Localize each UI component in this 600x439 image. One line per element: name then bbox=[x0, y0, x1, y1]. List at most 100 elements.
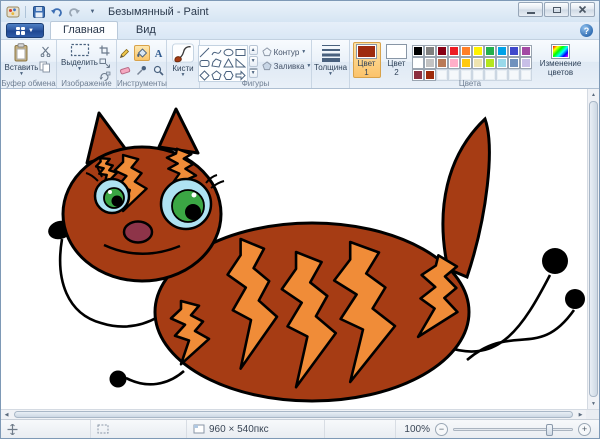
resize-icon[interactable] bbox=[98, 58, 112, 69]
palette-swatch[interactable] bbox=[521, 58, 531, 68]
text-tool-icon[interactable]: A bbox=[151, 45, 167, 61]
group-size: Толщина ▼ bbox=[312, 40, 350, 88]
undo-icon[interactable] bbox=[49, 4, 64, 19]
paint-menu-button[interactable]: ▼ bbox=[6, 23, 44, 38]
status-spacer bbox=[325, 420, 396, 438]
scroll-down-icon[interactable]: ▼ bbox=[588, 398, 599, 409]
scrollbar-corner bbox=[586, 410, 599, 419]
edit-colors-button[interactable]: Изменение цветов bbox=[534, 42, 588, 78]
palette-swatch[interactable] bbox=[437, 58, 447, 68]
tab-home[interactable]: Главная bbox=[50, 21, 118, 39]
fill-tool-icon[interactable] bbox=[134, 45, 150, 61]
paste-button[interactable]: Вставить ▼ bbox=[5, 42, 39, 78]
status-bar: 960 × 540пкс 100% − + bbox=[1, 419, 599, 438]
selection-size-cell bbox=[91, 420, 187, 438]
group-tools: A Инструменты bbox=[117, 40, 167, 88]
horizontal-scrollbar[interactable]: ◀ ▶ bbox=[1, 409, 599, 419]
palette-swatch[interactable] bbox=[497, 58, 507, 68]
tab-view[interactable]: Вид bbox=[124, 22, 168, 39]
vertical-scroll-thumb[interactable] bbox=[589, 101, 598, 397]
palette-swatch[interactable] bbox=[521, 46, 531, 56]
palette-swatch[interactable] bbox=[413, 46, 423, 56]
shape-curve-icon[interactable] bbox=[211, 47, 223, 58]
magnifier-tool-icon[interactable] bbox=[151, 62, 167, 78]
color2-button[interactable]: Цвет 2 bbox=[383, 42, 411, 78]
cat-nose bbox=[124, 222, 152, 243]
shapes-expand-icon[interactable]: ▼ bbox=[249, 68, 258, 78]
group-label-image: Изображение bbox=[57, 79, 116, 88]
select-button[interactable]: Выделить ▼ bbox=[61, 42, 98, 78]
shape-right-triangle-icon[interactable] bbox=[235, 58, 247, 69]
shape-rectangle-icon[interactable] bbox=[235, 47, 247, 58]
shape-line-icon[interactable] bbox=[199, 47, 211, 58]
shape-triangle-icon[interactable] bbox=[223, 58, 235, 69]
zoom-slider-thumb[interactable] bbox=[546, 424, 553, 436]
color1-button[interactable]: Цвет 1 bbox=[353, 42, 381, 78]
outline-dropdown-icon: ▼ bbox=[301, 50, 306, 55]
palette-swatch[interactable] bbox=[509, 58, 519, 68]
scroll-left-icon[interactable]: ◀ bbox=[1, 410, 12, 419]
palette-swatch[interactable] bbox=[425, 58, 435, 68]
palette-swatch[interactable] bbox=[425, 46, 435, 56]
cat-tail bbox=[443, 119, 489, 277]
line-thickness-icon bbox=[321, 43, 341, 62]
zoom-slider[interactable] bbox=[453, 428, 573, 431]
cat-drawing bbox=[1, 89, 587, 409]
zoom-in-button[interactable]: + bbox=[578, 423, 591, 436]
vertical-scrollbar[interactable]: ▲ ▼ bbox=[587, 89, 599, 409]
size-dropdown-icon: ▼ bbox=[328, 72, 333, 77]
save-icon[interactable] bbox=[31, 4, 46, 19]
brushes-button[interactable]: Кисти ▼ bbox=[171, 42, 195, 78]
color1-swatch bbox=[357, 45, 376, 58]
palette-swatch[interactable] bbox=[461, 58, 471, 68]
color-picker-tool-icon[interactable] bbox=[134, 62, 150, 78]
ribbon-tab-row: ▼ Главная Вид ? bbox=[1, 22, 599, 40]
group-brushes: Кисти ▼ bbox=[167, 40, 200, 88]
palette-swatch[interactable] bbox=[497, 46, 507, 56]
copy-icon[interactable] bbox=[38, 60, 52, 73]
palette-swatch[interactable] bbox=[473, 58, 483, 68]
cut-icon[interactable] bbox=[38, 45, 52, 58]
crop-icon[interactable] bbox=[98, 45, 112, 56]
shapes-scroll-up-icon[interactable]: ▲ bbox=[249, 45, 258, 55]
scroll-up-icon[interactable]: ▲ bbox=[588, 89, 599, 100]
palette-swatch[interactable] bbox=[509, 46, 519, 56]
scroll-right-icon[interactable]: ▶ bbox=[575, 410, 586, 419]
size-button[interactable]: Толщина ▼ bbox=[314, 42, 347, 78]
menu-dropdown-icon: ▼ bbox=[28, 28, 34, 34]
close-button[interactable] bbox=[570, 2, 595, 17]
palette-swatch[interactable] bbox=[485, 58, 495, 68]
select-dropdown-icon: ▼ bbox=[77, 67, 82, 72]
fill-label: Заливка bbox=[274, 62, 305, 71]
shape-outline-button[interactable]: Контур ▼ bbox=[262, 47, 312, 57]
group-label-colors: Цвета bbox=[350, 79, 590, 88]
palette-swatch[interactable] bbox=[413, 58, 423, 68]
maximize-button[interactable] bbox=[544, 2, 569, 17]
palette-swatch[interactable] bbox=[449, 58, 459, 68]
palette-swatch[interactable] bbox=[485, 46, 495, 56]
shape-ellipse-icon[interactable] bbox=[223, 47, 235, 58]
palette-swatch[interactable] bbox=[449, 46, 459, 56]
horizontal-scroll-thumb[interactable] bbox=[14, 411, 573, 418]
minimize-button[interactable] bbox=[518, 2, 543, 17]
palette-swatch[interactable] bbox=[473, 46, 483, 56]
qat-dropdown-icon[interactable]: ▼ bbox=[85, 4, 100, 19]
palette-swatch[interactable] bbox=[437, 46, 447, 56]
group-image: Выделить ▼ Изображение bbox=[57, 40, 117, 88]
paint-logo-icon bbox=[5, 4, 20, 19]
shapes-scroll-down-icon[interactable]: ▼ bbox=[249, 56, 258, 66]
eraser-tool-icon[interactable] bbox=[117, 62, 133, 78]
cursor-position-icon bbox=[7, 424, 18, 435]
help-icon[interactable]: ? bbox=[580, 24, 593, 37]
title-bar[interactable]: ▼ Безымянный - Paint bbox=[1, 1, 599, 22]
qat-separator bbox=[25, 6, 26, 18]
paste-dropdown-icon: ▼ bbox=[19, 72, 24, 77]
zoom-out-button[interactable]: − bbox=[435, 423, 448, 436]
shape-rounded-rectangle-icon[interactable] bbox=[199, 58, 211, 69]
palette-swatch[interactable] bbox=[461, 46, 471, 56]
shape-fill-button[interactable]: Заливка ▼ bbox=[262, 61, 312, 71]
redo-icon[interactable] bbox=[67, 4, 82, 19]
drawing-canvas[interactable] bbox=[1, 89, 587, 409]
shape-polygon-icon[interactable] bbox=[211, 58, 223, 69]
pencil-tool-icon[interactable] bbox=[117, 45, 133, 61]
